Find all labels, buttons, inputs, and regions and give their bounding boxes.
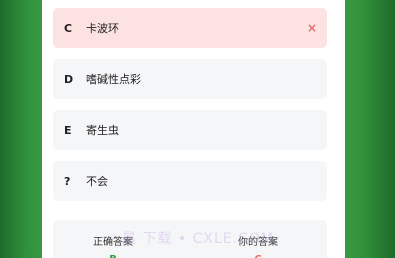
correct-answer-value: B <box>73 254 153 258</box>
option-text: 不会 <box>86 175 108 188</box>
option-unknown[interactable]: ? 不会 <box>53 161 327 201</box>
option-key: D <box>64 72 74 86</box>
answer-summary-card: 正确答案 B 你的答案 C <box>53 220 327 258</box>
my-answer-block: 你的答案 C <box>218 233 298 258</box>
option-e[interactable]: E 寄生虫 <box>53 110 327 150</box>
option-key: E <box>64 123 72 137</box>
background-right <box>345 0 395 258</box>
option-text: 寄生虫 <box>86 124 119 137</box>
option-key: ? <box>64 174 71 188</box>
option-d[interactable]: D 嗜碱性点彩 <box>53 59 327 99</box>
option-text: 卡波环 <box>86 22 119 35</box>
option-text: 嗜碱性点彩 <box>86 73 141 86</box>
my-answer-value: C <box>218 254 298 258</box>
option-c[interactable]: C 卡波环 × <box>53 8 327 48</box>
quiz-panel: C 卡波环 × D 嗜碱性点彩 E 寄生虫 ? 不会 正确答案 B 你的答案 C… <box>42 0 345 258</box>
option-key: C <box>64 21 73 35</box>
my-answer-label: 你的答案 <box>238 237 278 248</box>
wrong-icon: × <box>306 21 317 35</box>
background-left <box>0 0 42 258</box>
correct-answer-label: 正确答案 <box>93 237 133 248</box>
correct-answer-block: 正确答案 B <box>73 233 153 258</box>
